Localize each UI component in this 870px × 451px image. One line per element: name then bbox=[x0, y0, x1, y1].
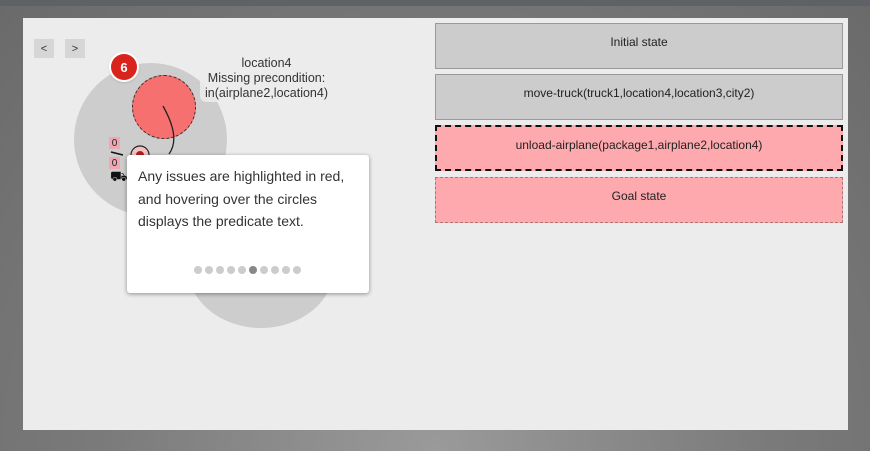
label-issue: Missing precondition: bbox=[207, 71, 326, 85]
tour-step-dot[interactable] bbox=[260, 266, 268, 274]
tour-step-dot[interactable] bbox=[271, 266, 279, 274]
tour-step-dot[interactable] bbox=[205, 266, 213, 274]
tour-step-dot[interactable] bbox=[282, 266, 290, 274]
visualizer-panel: < > 6 location4 Missing precondition: in… bbox=[23, 18, 848, 430]
connector-line bbox=[162, 105, 175, 155]
tour-step-dot[interactable] bbox=[238, 266, 246, 274]
plan-step-initial-state[interactable]: Initial state bbox=[435, 23, 843, 69]
arrow-line bbox=[110, 151, 124, 156]
issue-count-badge: 6 bbox=[111, 54, 137, 80]
label-location: location4 bbox=[241, 56, 292, 70]
tour-text: Any issues are highlighted in red, and h… bbox=[138, 168, 345, 229]
truck-icon[interactable]: ⛟ bbox=[110, 169, 128, 183]
tour-step-dot[interactable] bbox=[293, 266, 301, 274]
plan-step-goal-state[interactable]: Goal state bbox=[435, 177, 843, 223]
tour-step-dot[interactable] bbox=[194, 266, 202, 274]
tour-step-dot[interactable] bbox=[227, 266, 235, 274]
object-count-top: 0 bbox=[109, 137, 120, 149]
label-predicate: in(airplane2,location4) bbox=[205, 86, 328, 100]
top-bar bbox=[0, 0, 870, 6]
plan-step-move-truck[interactable]: move-truck(truck1,location4,location3,ci… bbox=[435, 74, 843, 120]
tour-step-dot[interactable] bbox=[249, 266, 257, 274]
tour-tooltip: Any issues are highlighted in red, and h… bbox=[127, 155, 369, 293]
predicate-label: location4 Missing precondition: in(airpl… bbox=[200, 54, 333, 102]
tour-step-dot[interactable] bbox=[216, 266, 224, 274]
tour-progress bbox=[194, 266, 301, 274]
plan-step-unload-airplane[interactable]: unload-airplane(package1,airplane2,locat… bbox=[435, 125, 843, 171]
